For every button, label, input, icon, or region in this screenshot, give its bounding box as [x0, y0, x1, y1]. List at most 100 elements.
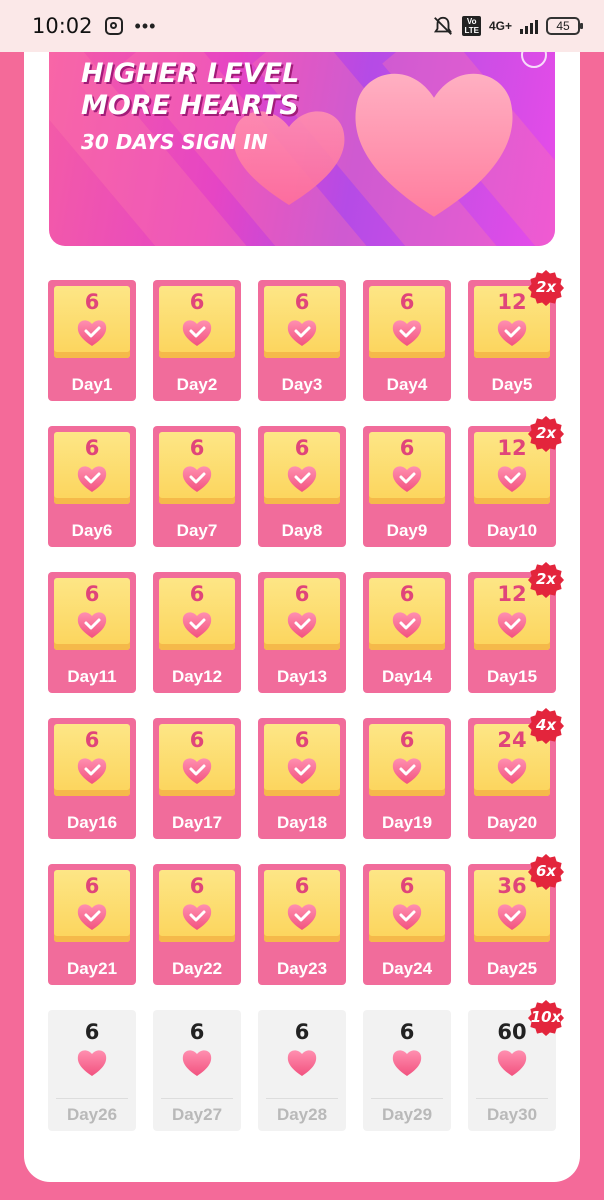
day-tile[interactable]: 12 Day5 2x: [468, 270, 564, 401]
day-tile[interactable]: 6 Day12: [153, 572, 241, 693]
day-label: Day19: [381, 813, 433, 832]
banner-subtitle: 30 DAYS SIGN IN: [81, 130, 268, 154]
heart-check-icon: [497, 466, 527, 492]
heart-amount: 6: [189, 728, 205, 752]
day-tile[interactable]: 6 Day17: [153, 718, 241, 839]
day-label: Day8: [281, 521, 323, 540]
heart-icon: [497, 1050, 527, 1076]
heart-check-icon: [182, 466, 212, 492]
heart-check-icon: [392, 612, 422, 638]
heart-amount: 6: [294, 874, 310, 898]
day-tile[interactable]: 6 Day11: [48, 572, 136, 693]
divider: [266, 1098, 338, 1099]
heart-amount: 6: [294, 1020, 310, 1044]
day-label: Day25: [486, 959, 538, 978]
multiplier-text: 6x: [535, 862, 557, 880]
day-tile[interactable]: 36 Day25 6x: [468, 854, 564, 985]
heart-amount: 6: [84, 874, 100, 898]
heart-check-icon: [497, 904, 527, 930]
volte-icon: Vo LTE: [462, 16, 481, 36]
day-label: Day11: [67, 667, 117, 686]
multiplier-text: 2x: [535, 278, 557, 296]
day-label: Day2: [176, 375, 218, 394]
day-label: Day16: [66, 813, 118, 832]
day-label: Day24: [381, 959, 433, 978]
day-tile[interactable]: 6 Day27: [153, 1010, 241, 1131]
heart-check-icon: [392, 904, 422, 930]
heart-check-icon: [77, 320, 107, 346]
day-tile[interactable]: 6 Day4: [363, 280, 451, 401]
heart-check-icon: [182, 612, 212, 638]
heart-amount: 6: [84, 290, 100, 314]
heart-amount: 6: [189, 874, 205, 898]
day-tile[interactable]: 60 Day30 10x: [468, 1000, 564, 1131]
banner-title: HIGHER LEVEL MORE HEARTS: [81, 58, 299, 122]
day-tile[interactable]: 6 Day13: [258, 572, 346, 693]
day-tile[interactable]: 6 Day28: [258, 1010, 346, 1131]
heart-amount: 6: [294, 582, 310, 606]
day-tile[interactable]: 6 Day26: [48, 1010, 136, 1131]
heart-amount: 6: [399, 728, 415, 752]
heart-amount: 6: [294, 436, 310, 460]
day-tile[interactable]: 6 Day16: [48, 718, 136, 839]
day-label: Day27: [171, 1105, 223, 1124]
day-tile[interactable]: 6 Day3: [258, 280, 346, 401]
day-tile[interactable]: 6 Day19: [363, 718, 451, 839]
banner-title-line1: HIGHER LEVEL: [81, 58, 300, 89]
day-label: Day6: [71, 521, 113, 540]
day-tile[interactable]: 6 Day6: [48, 426, 136, 547]
day-tile[interactable]: 12 Day15 2x: [468, 562, 564, 693]
heart-check-icon: [77, 466, 107, 492]
heart-check-icon: [497, 612, 527, 638]
day-label: Day1: [71, 375, 113, 394]
day-tile[interactable]: 6 Day9: [363, 426, 451, 547]
multiplier-badge: 2x: [528, 416, 564, 452]
status-time: 10:02: [32, 14, 93, 38]
day-tile[interactable]: 6 Day29: [363, 1010, 451, 1131]
day-tile[interactable]: 6 Day8: [258, 426, 346, 547]
heart-amount: 6: [84, 728, 100, 752]
heart-check-icon: [182, 320, 212, 346]
info-icon[interactable]: [521, 52, 547, 68]
signal-icon: [520, 18, 538, 34]
day-label: Day7: [176, 521, 218, 540]
day-tile[interactable]: 6 Day7: [153, 426, 241, 547]
heart-check-icon: [77, 904, 107, 930]
heart-check-icon: [287, 612, 317, 638]
heart-check-icon: [497, 320, 527, 346]
day-tile[interactable]: 6 Day2: [153, 280, 241, 401]
heart-amount: 6: [399, 582, 415, 606]
heart-check-icon: [77, 758, 107, 784]
divider: [161, 1098, 233, 1099]
heart-check-icon: [287, 320, 317, 346]
day-label: Day10: [486, 521, 538, 540]
heart-check-icon: [392, 320, 422, 346]
network-type: 4G+: [488, 18, 512, 33]
day-label: Day9: [386, 521, 428, 540]
day-tile[interactable]: 6 Day22: [153, 864, 241, 985]
multiplier-text: 2x: [535, 570, 557, 588]
divider: [56, 1098, 128, 1099]
day-label: Day4: [386, 375, 428, 394]
multiplier-badge: 4x: [528, 708, 564, 744]
day-tile[interactable]: 6 Day18: [258, 718, 346, 839]
heart-icon: [287, 1050, 317, 1076]
day-label: Day15: [486, 667, 538, 686]
more-dots-icon: •••: [134, 15, 157, 36]
day-label: Day14: [381, 667, 433, 686]
day-label: Day5: [491, 375, 533, 394]
day-tile[interactable]: 6 Day1: [48, 280, 136, 401]
day-tile[interactable]: 6 Day23: [258, 864, 346, 985]
day-label: Day30: [486, 1105, 538, 1124]
heart-check-icon: [182, 904, 212, 930]
day-tile[interactable]: 24 Day20 4x: [468, 708, 564, 839]
days-grid: 6 Day1 6 Day2 6 Day3 6 Day4 12 Day5 2x 6 Day6 6 Day7 6 D…: [48, 270, 564, 1156]
day-tile[interactable]: 6 Day24: [363, 864, 451, 985]
divider: [371, 1098, 443, 1099]
heart-decoration-icon: [355, 73, 513, 217]
day-tile[interactable]: 6 Day21: [48, 864, 136, 985]
day-tile[interactable]: 6 Day14: [363, 572, 451, 693]
day-tile[interactable]: 12 Day10 2x: [468, 416, 564, 547]
heart-check-icon: [497, 758, 527, 784]
status-bar: 10:02 ••• Vo LTE 4G+ 45: [0, 0, 604, 52]
